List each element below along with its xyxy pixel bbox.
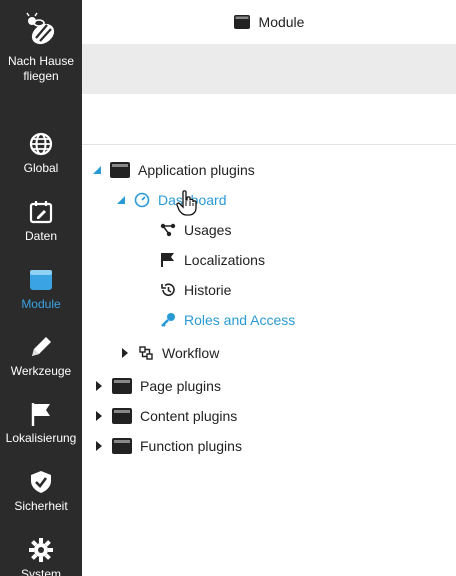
tree-item-label: Roles and Access — [184, 312, 296, 328]
tree-item-roles-and-access[interactable]: Roles and Access — [160, 309, 295, 331]
tree-item-usages[interactable]: Usages — [160, 219, 231, 241]
collapsed-arrow-icon[interactable] — [94, 411, 104, 421]
divider — [82, 144, 456, 145]
history-icon — [161, 283, 175, 296]
module-icon — [112, 378, 132, 394]
module-icon — [30, 270, 52, 290]
tree-item-label: Application plugins — [138, 162, 255, 178]
tree-item-label: Function plugins — [140, 438, 242, 454]
module-icon — [233, 15, 250, 29]
gear-icon — [29, 538, 53, 562]
expanded-arrow-icon[interactable] — [92, 165, 102, 175]
tree-item-label: Usages — [184, 222, 232, 238]
tree-item-label: Historie — [184, 282, 232, 298]
shield-check-icon — [31, 471, 51, 493]
pencil-icon — [32, 337, 51, 356]
tree-item-function-plugins[interactable]: Function plugins — [94, 435, 242, 457]
sidebar: Nach Hause fliegen Global Daten Module W… — [0, 0, 82, 576]
sidebar-item-label: Module — [21, 297, 61, 311]
tree-item-label: Workflow — [162, 345, 220, 361]
nodes-icon — [160, 223, 176, 237]
sidebar-item-label: Global — [23, 161, 59, 175]
sidebar-item-werkzeuge[interactable]: Werkzeuge — [0, 334, 82, 379]
module-icon — [110, 162, 130, 178]
sidebar-item-label: System — [20, 567, 61, 576]
flag-icon — [31, 403, 50, 426]
calendar-edit-icon — [29, 201, 53, 224]
tree-item-label: Content plugins — [140, 408, 238, 424]
collapsed-arrow-icon[interactable] — [94, 381, 104, 391]
expanded-arrow-icon[interactable] — [116, 195, 126, 205]
key-icon — [161, 313, 175, 327]
page-title: Module — [258, 14, 305, 30]
tree-item-historie[interactable]: Historie — [160, 279, 231, 301]
toolbar-band — [82, 44, 456, 94]
sidebar-item-global[interactable]: Global — [0, 131, 82, 176]
dashboard-gauge-icon — [134, 192, 150, 208]
sidebar-item-label: Werkzeuge — [10, 364, 72, 378]
tree-item-workflow[interactable]: Workflow — [120, 342, 219, 364]
bee-icon — [26, 12, 55, 45]
tree-item-application-plugins[interactable]: Application plugins — [92, 159, 255, 181]
tree-item-label: Localizations — [184, 252, 265, 268]
module-icon — [112, 438, 132, 454]
hand-cursor-icon — [176, 190, 197, 216]
workflow-icon — [139, 346, 153, 360]
tree-item-content-plugins[interactable]: Content plugins — [94, 405, 237, 427]
sidebar-item-label: Sicherheit — [14, 499, 68, 513]
tree-item-page-plugins[interactable]: Page plugins — [94, 375, 221, 397]
tree-item-localizations[interactable]: Localizations — [160, 249, 265, 271]
sidebar-item-system[interactable]: System — [0, 537, 82, 576]
sidebar-item-module[interactable]: Module — [0, 267, 82, 312]
collapsed-arrow-icon[interactable] — [94, 441, 104, 451]
sidebar-item-home[interactable]: Nach Hause fliegen — [0, 12, 82, 84]
collapsed-arrow-icon[interactable] — [120, 348, 130, 358]
tree-item-dashboard[interactable]: Dashboard — [116, 189, 227, 211]
flag-icon — [161, 253, 174, 267]
sidebar-item-label: Daten — [24, 229, 58, 243]
sidebar-item-lokalisierung[interactable]: Lokalisierung — [0, 401, 82, 446]
sidebar-item-label: Nach Hause fliegen — [7, 54, 75, 83]
sidebar-item-label: Lokalisierung — [5, 431, 77, 445]
tree-item-label: Page plugins — [140, 378, 221, 394]
globe-icon — [29, 132, 53, 156]
module-icon — [112, 408, 132, 424]
page-header: Module — [82, 0, 456, 44]
sidebar-item-sicherheit[interactable]: Sicherheit — [0, 469, 82, 514]
sidebar-item-daten[interactable]: Daten — [0, 199, 82, 244]
